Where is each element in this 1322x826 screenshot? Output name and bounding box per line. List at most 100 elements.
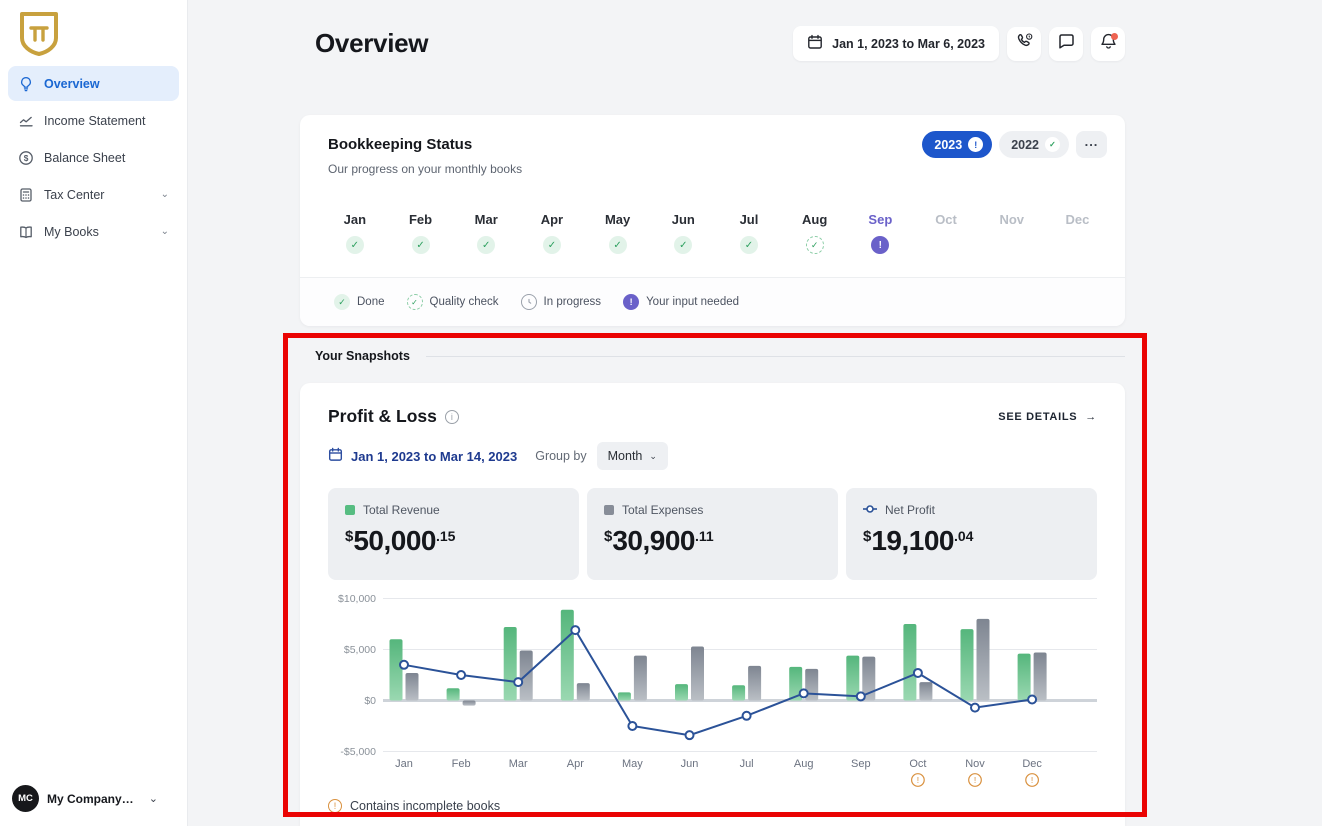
pnl-stat-cards: Total Revenue $50,000.15 Total Expenses …: [328, 488, 1097, 580]
sidebar-item-label: Tax Center: [44, 187, 105, 202]
month-status-icon: ✓: [411, 236, 430, 254]
x-tick-label: Nov: [965, 758, 985, 770]
net-profit-point[interactable]: [399, 659, 409, 670]
x-tick-label: Jan: [395, 758, 413, 770]
sidebar-item-income-statement[interactable]: Income Statement: [8, 103, 179, 138]
total-revenue-value: $50,000.15: [345, 525, 456, 556]
year-2023-button[interactable]: 2023 !: [922, 131, 993, 158]
net-profit-point[interactable]: [570, 625, 581, 636]
month-sep[interactable]: Sep!: [848, 212, 914, 254]
total-expenses-value: $30,900.11: [604, 525, 714, 556]
month-dec[interactable]: Dec: [1045, 212, 1111, 254]
revenue-swatch-icon: [345, 505, 355, 515]
x-tick-label: Apr: [567, 758, 584, 770]
pnl-date-range-text: Jan 1, 2023 to Mar 14, 2023: [351, 448, 518, 464]
net-profit-point[interactable]: [513, 677, 524, 688]
group-by-select[interactable]: Month ⌄: [596, 442, 668, 470]
sidebar-item-overview[interactable]: Overview: [8, 66, 179, 101]
expenses-bar[interactable]: [462, 700, 476, 706]
revenue-bar[interactable]: [446, 688, 460, 701]
expenses-bar[interactable]: [691, 646, 704, 701]
pnl-chart[interactable]: $10,000 $5,000 $0 -$5,000 Jan Feb Mar Apr May Jun…: [328, 590, 1097, 795]
net-profit-point[interactable]: [741, 710, 752, 721]
expenses-bar[interactable]: [976, 618, 990, 701]
company-avatar: MC: [12, 785, 39, 812]
x-tick-label: Feb: [452, 758, 471, 770]
sidebar-item-tax-center[interactable]: Tax Center ⌄: [8, 177, 179, 212]
month-status-icon: ✓: [739, 236, 758, 254]
global-date-range-picker[interactable]: Jan 1, 2023 to Mar 6, 2023: [793, 26, 999, 61]
month-status-icon: !: [871, 236, 890, 254]
revenue-bar[interactable]: [503, 627, 517, 701]
exclamation-icon: !: [623, 294, 640, 310]
revenue-bar[interactable]: [960, 629, 974, 701]
net-profit-value: $19,100.04: [863, 525, 974, 556]
phone-call-button[interactable]: [1007, 26, 1041, 61]
svg-text:$: $: [24, 153, 29, 163]
net-profit-line-marker-icon: [863, 503, 877, 517]
month-apr[interactable]: Apr ✓: [519, 212, 585, 254]
net-profit-point[interactable]: [456, 670, 467, 680]
expenses-bar[interactable]: [576, 683, 590, 701]
chat-button[interactable]: [1049, 26, 1083, 61]
pnl-title: Profit & Loss: [328, 406, 437, 426]
see-details-link[interactable]: SEE DETAILS →: [998, 411, 1097, 423]
company-switcher[interactable]: MC My Company… ⌄: [12, 785, 176, 812]
y-tick-label: $10,000: [338, 593, 376, 605]
y-tick-label: $5,000: [344, 644, 376, 656]
month-status-icon: ✓: [542, 236, 561, 254]
month-nov[interactable]: Nov: [979, 212, 1045, 254]
net-profit-point[interactable]: [912, 667, 923, 678]
pilot-logo[interactable]: [18, 10, 60, 63]
info-icon[interactable]: i: [444, 409, 459, 424]
pnl-date-range-picker[interactable]: Jan 1, 2023 to Mar 14, 2023: [328, 447, 517, 465]
month-oct[interactable]: Oct: [913, 212, 979, 254]
month-jul[interactable]: Jul ✓: [716, 212, 782, 254]
line-chart-icon: [18, 113, 34, 129]
notifications-button[interactable]: [1091, 26, 1125, 61]
month-aug[interactable]: Aug ✓: [782, 212, 848, 254]
net-profit-point[interactable]: [970, 702, 980, 713]
sidebar-item-balance-sheet[interactable]: $ Balance Sheet: [8, 140, 179, 175]
revenue-bar[interactable]: [903, 624, 917, 701]
expenses-bar[interactable]: [919, 682, 933, 701]
x-tick-label: Aug: [794, 758, 814, 770]
month-may[interactable]: May ✓: [585, 212, 651, 254]
year-label: 2023: [934, 137, 963, 152]
expenses-bar[interactable]: [748, 665, 762, 701]
lightbulb-icon: [18, 76, 34, 92]
chat-icon: [1057, 32, 1076, 56]
pnl-controls: Jan 1, 2023 to Mar 14, 2023 Group by Mon…: [328, 442, 1097, 470]
check-icon: ✓: [334, 294, 350, 310]
company-name: My Company…: [47, 791, 134, 806]
expenses-bar[interactable]: [1033, 652, 1047, 701]
chevron-down-icon: ⌄: [649, 450, 657, 461]
sidebar-item-my-books[interactable]: My Books ⌄: [8, 214, 179, 249]
year-2022-button[interactable]: 2022 ✓: [999, 131, 1069, 158]
revenue-bar[interactable]: [617, 692, 631, 701]
month-mar[interactable]: Mar ✓: [453, 212, 519, 254]
calendar-icon: [807, 34, 823, 53]
net-profit-point[interactable]: [798, 688, 809, 699]
input-needed-badge-icon: !: [968, 137, 984, 152]
bookkeeping-status-card: Bookkeeping Status Our progress on your …: [300, 115, 1125, 326]
net-profit-point[interactable]: [684, 730, 695, 741]
x-tick-label: Mar: [509, 758, 528, 770]
revenue-bar[interactable]: [732, 685, 746, 701]
net-profit-point[interactable]: [627, 721, 638, 731]
revenue-bar[interactable]: [389, 639, 403, 701]
month-jan[interactable]: Jan ✓: [322, 212, 388, 254]
revenue-bar[interactable]: [1017, 653, 1031, 701]
expenses-bar[interactable]: [405, 672, 419, 701]
revenue-bar[interactable]: [560, 609, 574, 701]
more-years-button[interactable]: ...: [1076, 131, 1107, 158]
net-profit-point[interactable]: [855, 691, 866, 702]
month-jun[interactable]: Jun ✓: [650, 212, 716, 254]
legend-done: ✓ Done: [334, 294, 385, 310]
revenue-bar[interactable]: [675, 684, 688, 701]
net-profit-point[interactable]: [1027, 694, 1038, 705]
y-tick-label: -$5,000: [340, 746, 376, 758]
expenses-bar[interactable]: [633, 655, 647, 701]
month-feb[interactable]: Feb ✓: [388, 212, 454, 254]
month-status-icon: ✓: [477, 236, 496, 254]
